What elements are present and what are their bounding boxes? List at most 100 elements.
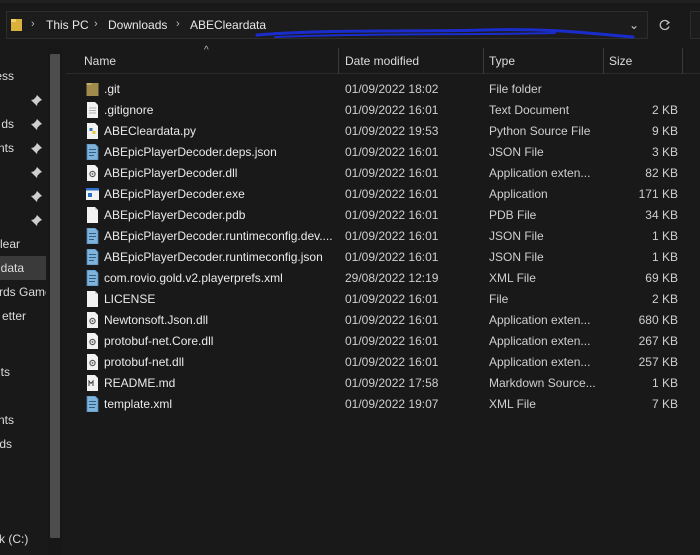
file-list: ^ Name Date modified Type Size .git 01/09… <box>66 45 700 555</box>
nav-scrollbar-thumb[interactable] <box>50 54 60 538</box>
refresh-button[interactable] <box>652 11 676 39</box>
json-file-icon <box>86 144 99 160</box>
file-row[interactable]: ABEpicPlayerDecoder.dll 01/09/2022 16:01 A… <box>80 163 682 184</box>
sort-ascending-icon: ^ <box>204 45 209 56</box>
file-row[interactable]: ABEpicPlayerDecoder.runtimeconfig.json 01… <box>80 247 682 268</box>
nav-item[interactable]: ds <box>0 112 46 136</box>
pin-icon <box>31 142 42 154</box>
refresh-icon <box>659 19 670 30</box>
breadcrumb-separator[interactable]: › <box>31 18 35 30</box>
pin-icon <box>31 214 42 226</box>
nav-item-selected[interactable]: data <box>0 256 46 280</box>
column-divider[interactable] <box>338 48 339 74</box>
file-date-modified: 01/09/2022 16:01 <box>345 187 439 201</box>
column-header-type[interactable]: Type <box>489 54 515 68</box>
file-size: 82 KB <box>645 166 678 180</box>
file-date-modified: 01/09/2022 16:01 <box>345 208 439 222</box>
nav-item[interactable]: nts <box>0 136 46 160</box>
file-row[interactable]: protobuf-net.Core.dll 01/09/2022 16:01 App… <box>80 331 682 352</box>
file-row[interactable]: ABEpicPlayerDecoder.deps.json 01/09/2022 … <box>80 142 682 163</box>
file-row[interactable]: Newtonsoft.Json.dll 01/09/2022 16:01 Appli… <box>80 310 682 331</box>
folder-icon <box>11 19 22 31</box>
markdown-file-icon <box>87 375 98 391</box>
nav-scrollbar[interactable] <box>48 48 62 555</box>
file-name: protobuf-net.Core.dll <box>104 334 214 348</box>
file-type: XML File <box>489 397 536 411</box>
nav-item[interactable]: rds Game <box>0 280 46 304</box>
file-row[interactable]: ABEpicPlayerDecoder.exe 01/09/2022 16:01 A… <box>80 184 682 205</box>
exe-file-icon <box>86 188 99 200</box>
nav-item[interactable]: ts <box>0 360 46 384</box>
file-row[interactable]: .git 01/09/2022 18:02 File folder <box>80 79 682 100</box>
file-name: template.xml <box>104 397 173 411</box>
breadcrumb-this-pc[interactable]: This PC <box>46 18 89 32</box>
file-date-modified: 01/09/2022 19:07 <box>345 397 439 411</box>
column-header-name[interactable]: Name <box>84 54 116 68</box>
nav-item[interactable] <box>0 208 46 232</box>
file-name: .gitignore <box>104 103 154 117</box>
blank-file-icon <box>87 291 98 307</box>
file-name: Newtonsoft.Json.dll <box>104 313 209 327</box>
nav-item[interactable]: lear <box>0 232 46 256</box>
file-row[interactable]: com.rovio.gold.v2.playerprefs.xml 29/08/2… <box>80 268 682 289</box>
breadcrumb-separator[interactable]: › <box>176 18 180 30</box>
json-file-icon <box>86 228 99 244</box>
file-date-modified: 01/09/2022 16:01 <box>345 313 439 327</box>
breadcrumb-downloads[interactable]: Downloads <box>108 18 167 32</box>
file-row[interactable]: .gitignore 01/09/2022 16:01 Text Document 2… <box>80 100 682 121</box>
file-type: Application exten... <box>489 355 591 369</box>
file-date-modified: 01/09/2022 16:01 <box>345 355 439 369</box>
file-name: .git <box>104 82 121 96</box>
file-type: XML File <box>489 271 536 285</box>
file-row[interactable]: template.xml 01/09/2022 19:07 XML File 7 KB <box>80 394 682 415</box>
file-name: ABECleardata.py <box>104 124 197 138</box>
blank-file-icon <box>87 207 98 223</box>
column-divider[interactable] <box>603 48 604 74</box>
file-name: ABEpicPlayerDecoder.runtimeconfig.dev...… <box>104 229 333 243</box>
nav-item[interactable]: etter <box>0 304 46 328</box>
column-header-size[interactable]: Size <box>609 54 632 68</box>
dll-file-icon <box>87 333 98 349</box>
pin-icon <box>31 118 42 130</box>
file-row[interactable]: protobuf-net.dll 01/09/2022 16:01 Applicat… <box>80 352 682 373</box>
nav-item-drive[interactable]: k (C:) <box>0 527 46 551</box>
file-row[interactable]: LICENSE 01/09/2022 16:01 File 2 KB <box>80 289 682 310</box>
nav-item[interactable] <box>0 184 46 208</box>
file-size: 680 KB <box>638 313 678 327</box>
nav-item[interactable]: nts <box>0 408 46 432</box>
nav-item-label: ds <box>0 437 12 451</box>
nav-item[interactable] <box>0 160 46 184</box>
nav-item[interactable] <box>0 88 46 112</box>
file-type: JSON File <box>489 229 544 243</box>
nav-item-label: rds Game <box>0 285 46 299</box>
file-name: ABEpicPlayerDecoder.runtimeconfig.json <box>104 250 323 264</box>
nav-item-label: ts <box>0 365 10 379</box>
file-type: Application exten... <box>489 334 591 348</box>
file-size: 257 KB <box>638 355 678 369</box>
nav-item-label: nts <box>0 413 14 427</box>
json-file-icon <box>86 249 99 265</box>
file-size: 3 KB <box>651 145 678 159</box>
file-row[interactable]: README.md 01/09/2022 17:58 Markdown Source… <box>80 373 682 394</box>
file-date-modified: 01/09/2022 18:02 <box>345 82 439 96</box>
python-file-icon <box>87 123 98 139</box>
file-name: com.rovio.gold.v2.playerprefs.xml <box>104 271 283 285</box>
nav-item[interactable]: ds <box>0 432 46 456</box>
nav-item[interactable]: ess <box>0 64 46 88</box>
column-header-date[interactable]: Date modified <box>345 54 419 68</box>
file-type: PDB File <box>489 208 537 222</box>
search-input[interactable] <box>690 11 700 39</box>
file-size: 69 KB <box>645 271 678 285</box>
breadcrumb-separator[interactable]: › <box>94 18 98 30</box>
file-type: File folder <box>489 82 542 96</box>
file-type: Markdown Source... <box>489 376 596 390</box>
file-name: ABEpicPlayerDecoder.exe <box>104 187 245 201</box>
column-divider[interactable] <box>483 48 484 74</box>
file-row[interactable]: ABECleardata.py 01/09/2022 19:53 Python So… <box>80 121 682 142</box>
pin-icon <box>31 166 42 178</box>
file-size: 2 KB <box>651 292 678 306</box>
file-type: Python Source File <box>489 124 591 138</box>
file-row[interactable]: ABEpicPlayerDecoder.runtimeconfig.dev...… <box>80 226 682 247</box>
column-divider[interactable] <box>682 48 683 74</box>
file-row[interactable]: ABEpicPlayerDecoder.pdb 01/09/2022 16:01 P… <box>80 205 682 226</box>
